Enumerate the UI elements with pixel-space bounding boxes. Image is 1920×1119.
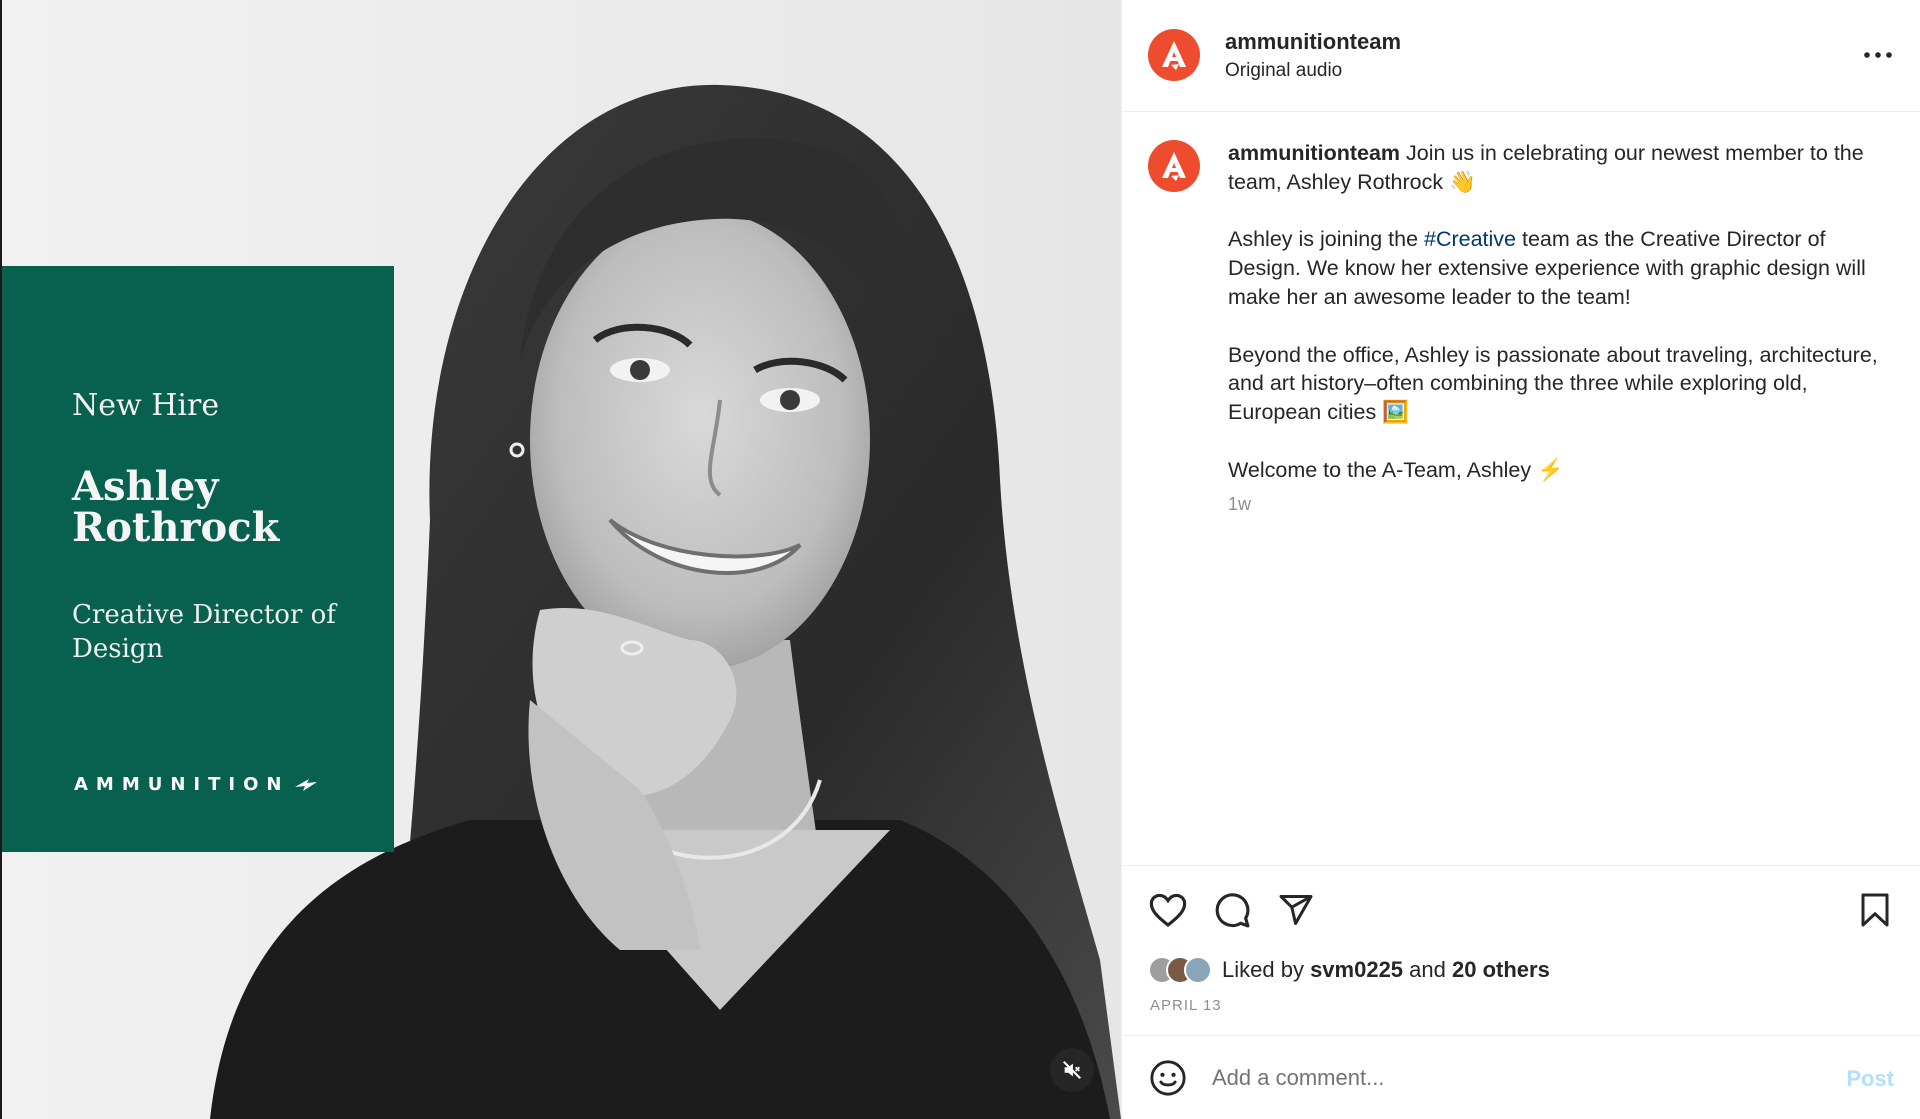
caption-area: ammunitionteam Join us in celebrating ou… bbox=[1122, 113, 1920, 865]
comment-input[interactable] bbox=[1212, 1058, 1792, 1098]
hashtag-link[interactable]: #Creative bbox=[1424, 227, 1516, 251]
caption-paragraph-2: Ashley is joining the #Creative team as … bbox=[1228, 225, 1888, 311]
card-brand-text: AMMUNITION bbox=[74, 774, 290, 795]
smiley-icon bbox=[1150, 1060, 1186, 1096]
post-side-panel: ammunitionteam Original audio ammunition… bbox=[1121, 0, 1920, 1119]
mute-button[interactable] bbox=[1050, 1048, 1094, 1092]
header-username[interactable]: ammunitionteam bbox=[1225, 29, 1401, 55]
likes-summary[interactable]: Liked by svm0225 and 20 others bbox=[1148, 956, 1550, 984]
ammunition-logo-icon bbox=[1162, 152, 1186, 181]
heart-icon bbox=[1149, 893, 1187, 928]
more-options-button[interactable] bbox=[1862, 42, 1894, 68]
caption-paragraph-4: Welcome to the A-Team, Ashley ⚡ bbox=[1228, 457, 1564, 482]
ammunition-logo-icon bbox=[1162, 41, 1186, 70]
like-button[interactable] bbox=[1146, 888, 1190, 932]
caption-timestamp[interactable]: 1w bbox=[1228, 494, 1251, 515]
save-button[interactable] bbox=[1853, 888, 1897, 932]
card-eyebrow: New Hire bbox=[72, 388, 220, 423]
speaker-muted-icon bbox=[1063, 1061, 1081, 1079]
actions-area: Liked by svm0225 and 20 others APRIL 13 bbox=[1122, 865, 1920, 1035]
post-caption: ammunitionteam Join us in celebrating ou… bbox=[1228, 139, 1888, 485]
likes-text: Liked by svm0225 and 20 others bbox=[1222, 957, 1550, 983]
original-audio-link[interactable]: Original audio bbox=[1225, 60, 1342, 82]
caption-p2-before: Ashley is joining the bbox=[1228, 227, 1424, 252]
card-hire-role: Creative Director of Design bbox=[72, 600, 336, 664]
card-hire-name: Ashley Rothrock bbox=[72, 463, 280, 551]
account-avatar[interactable] bbox=[1148, 29, 1200, 81]
comment-composer: Post bbox=[1122, 1035, 1920, 1119]
liked-by-prefix: Liked by bbox=[1222, 957, 1311, 982]
liked-by-others-link[interactable]: 20 others bbox=[1452, 957, 1550, 982]
share-button[interactable] bbox=[1274, 888, 1318, 932]
liked-by-and: and bbox=[1403, 957, 1452, 982]
caption-paragraph-3: Beyond the office, Ashley is passionate … bbox=[1228, 342, 1878, 425]
caption-username[interactable]: ammunitionteam bbox=[1228, 141, 1400, 165]
caption-avatar[interactable] bbox=[1148, 140, 1200, 192]
share-icon bbox=[1279, 895, 1313, 925]
more-horizontal-icon bbox=[1864, 52, 1892, 58]
caption-paragraph-1: ammunitionteam Join us in celebrating ou… bbox=[1228, 139, 1888, 197]
new-hire-card: New Hire Ashley Rothrock Creative Direct… bbox=[2, 266, 394, 852]
emoji-button[interactable] bbox=[1146, 1056, 1190, 1100]
post-header: ammunitionteam Original audio bbox=[1122, 0, 1920, 112]
post-date[interactable]: APRIL 13 bbox=[1150, 997, 1222, 1014]
comment-icon bbox=[1215, 893, 1250, 928]
post-comment-button[interactable]: Post bbox=[1846, 1066, 1894, 1092]
bookmark-icon bbox=[1861, 893, 1889, 927]
liked-by-user-link[interactable]: svm0225 bbox=[1310, 957, 1403, 982]
liker-avatar bbox=[1184, 956, 1212, 984]
card-brand-logo: AMMUNITION bbox=[74, 774, 319, 795]
bolt-icon bbox=[295, 778, 318, 791]
post-media[interactable]: New Hire Ashley Rothrock Creative Direct… bbox=[0, 0, 1121, 1119]
comment-button[interactable] bbox=[1210, 888, 1254, 932]
